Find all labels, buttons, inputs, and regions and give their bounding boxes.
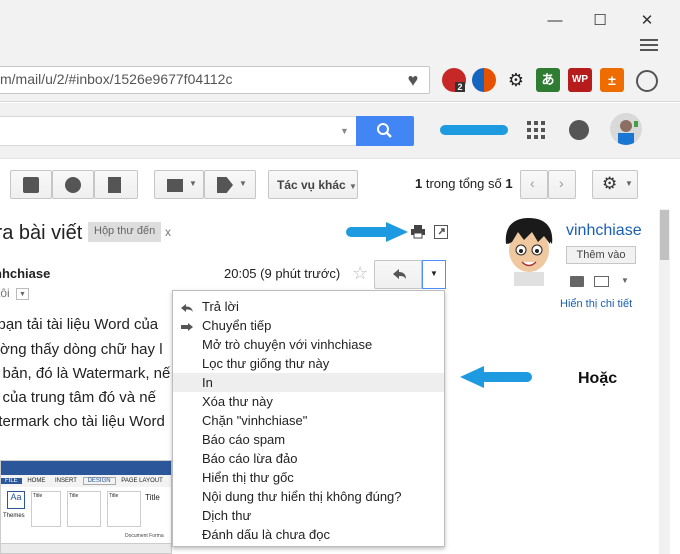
window-titlebar [0,0,680,60]
maximize-button[interactable]: ☐ [585,8,615,34]
menu-item-translate[interactable]: Dịch thư [173,506,444,525]
calc-icon[interactable]: ± [600,68,624,92]
gear-settings-icon: ⚙ [602,174,618,193]
new-window-icon[interactable] [434,225,448,239]
translate-icon[interactable]: あ [536,68,560,92]
message-actions-menu: Trả lời Chuyển tiếp Mở trò chuyện với vi… [172,290,445,547]
wp-icon[interactable]: WP [568,68,592,92]
scrollbar-track[interactable] [659,209,670,554]
scrollbar-thumb[interactable] [660,210,669,260]
star-icon[interactable]: ☆ [352,263,368,284]
print-icon[interactable] [410,225,426,239]
more-actions-label: Tác vụ khác ▼ [277,178,357,192]
search-options-icon[interactable]: ▼ [340,126,349,136]
annotation-arrow-print [346,222,408,242]
menu-item-delete[interactable]: Xóa thư này [173,392,444,411]
contact-avatar[interactable] [496,214,562,286]
body-text-line: i bạn tải tài liệu Word của [0,316,159,333]
spam-icon [65,177,81,193]
menu-item-filter[interactable]: Lọc thư giống thư này [173,354,444,373]
menu-item-report-phishing[interactable]: Báo cáo lừa đảo [173,449,444,468]
recipient-text: tôi [0,286,10,300]
add-to-circles-button[interactable]: Thêm vào [566,246,636,264]
profile-icon[interactable] [636,70,658,92]
chat-icon[interactable] [570,276,584,287]
account-avatar[interactable] [610,113,642,145]
archive-button[interactable] [10,170,52,199]
ext-circle-icon[interactable] [472,68,496,92]
reply-icon [181,301,193,312]
notifications-bell-icon[interactable] [569,120,589,140]
adblock-icon[interactable]: 2 [442,68,466,92]
delete-button[interactable] [94,170,138,199]
search-icon [377,123,392,138]
menu-item-display-issue[interactable]: Nội dung thư hiển thị không đúng? [173,487,444,506]
newer-button[interactable]: ‹ [520,170,548,199]
archive-icon [23,177,39,193]
inbox-label-chip[interactable]: Hộp thư đến [88,222,162,242]
apps-grid-icon[interactable] [527,121,545,139]
body-text-line: u của trung tâm đó và nế [0,389,156,406]
minimize-button[interactable]: — [540,8,570,34]
url-text[interactable]: m/mail/u/2/#inbox/1526e9677f04112c [0,71,232,87]
menu-item-reply[interactable]: Trả lời [173,297,444,316]
menu-item-print[interactable]: In [173,373,444,392]
browser-menu-icon[interactable] [636,36,662,56]
annotation-arrow-menu [460,366,532,388]
embedded-word-screenshot[interactable]: FILE HOME INSERT DESIGN PAGE LAYOUT Aa T… [0,460,172,554]
menu-item-forward[interactable]: Chuyển tiếp [173,316,444,335]
email-subject: tra bài viết [0,222,83,244]
move-to-button[interactable]: ▼ [154,170,204,199]
redacted-account-mark [440,125,508,135]
search-button[interactable] [356,116,414,146]
reply-arrow-icon [393,269,406,279]
body-text-line: n bản, đó là Watermark, nế [0,365,171,382]
report-spam-button[interactable] [52,170,94,199]
recipient-details-icon[interactable]: ▼ [16,288,29,300]
chevron-right-icon: › [559,175,564,191]
bookmark-heart-icon[interactable]: ♥ [400,67,426,93]
gear-icon[interactable]: ⚙ [504,68,528,92]
label-tag-icon [217,177,233,193]
pagination-text: 1 trong tổng số 1 [415,176,513,191]
search-input[interactable] [0,116,358,146]
body-text-line: atermark cho tài liệu Word [0,413,165,430]
more-options-button[interactable]: ▼ [422,260,446,289]
contact-name[interactable]: vinhchiase [566,222,642,240]
menu-item-block[interactable]: Chặn "vinhchiase" [173,411,444,430]
close-button[interactable]: ✕ [632,8,662,34]
body-text-line: ường thấy dòng chữ hay l [0,341,163,358]
reply-button[interactable] [374,260,422,289]
menu-item-show-original[interactable]: Hiển thị thư gốc [173,468,444,487]
show-details-link[interactable]: Hiển thị chi tiết [560,298,632,310]
menu-item-mark-unread[interactable]: Đánh dấu là chưa đọc [173,525,444,544]
contact-more-icon[interactable]: ▼ [621,276,629,285]
remove-label-button[interactable]: x [165,225,171,239]
sender-name[interactable]: nhchiase [0,266,50,281]
older-button[interactable]: › [548,170,576,199]
forward-icon [181,320,193,331]
trash-icon [108,177,121,193]
email-icon[interactable] [594,276,609,287]
chevron-down-icon: ▼ [430,269,438,278]
email-timestamp: 20:05 (9 phút trước) [224,266,341,281]
labels-button[interactable]: ▼ [204,170,256,199]
menu-item-open-chat[interactable]: Mở trò chuyện với vinhchiase [173,335,444,354]
annotation-or-label: Hoặc [578,370,618,387]
settings-button[interactable]: ⚙ ▼ [592,170,638,199]
folder-icon [167,179,183,192]
chevron-left-icon: ‹ [530,175,535,191]
menu-item-report-spam[interactable]: Báo cáo spam [173,430,444,449]
